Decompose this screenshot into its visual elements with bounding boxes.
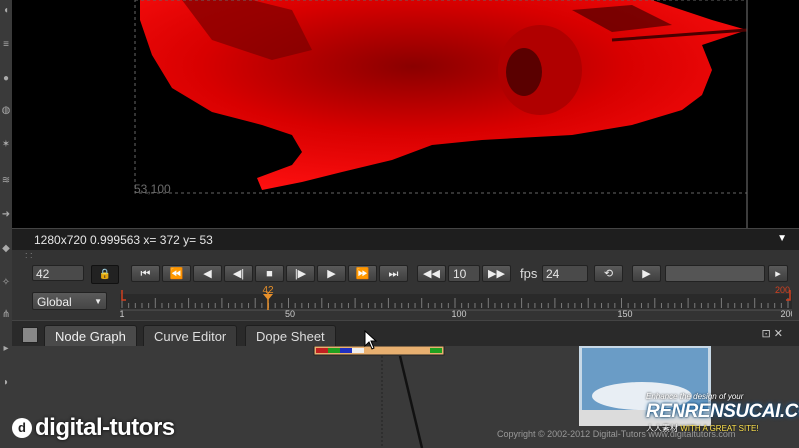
drag-handle[interactable]: : : [25, 250, 33, 260]
image-info-text: 1280x720 0.999563 x= 372 y= 53 [34, 233, 213, 247]
next-keyframe-button[interactable]: ⏩ [348, 265, 377, 282]
next-frame-button[interactable]: ▶ [317, 265, 346, 282]
panel-tab-bar: Node Graph Curve Editor Dope Sheet ⊡ ✕ [12, 320, 799, 347]
fps-label: fps [520, 266, 538, 281]
current-frame-field[interactable]: 42 [32, 265, 84, 281]
sparkle-icon[interactable]: ✧ [1, 278, 11, 288]
last-frame-button[interactable]: ⏭ [379, 265, 408, 282]
flipbook-button[interactable]: ▶ [632, 265, 661, 282]
first-frame-button[interactable]: ⏮ [131, 265, 160, 282]
panel-window-controls[interactable]: ⊡ ✕ [762, 327, 784, 340]
cube-icon[interactable]: ◆ [1, 244, 11, 254]
star-icon[interactable]: ✶ [1, 140, 11, 150]
mouse-cursor-icon [364, 330, 378, 350]
tick-label-100: 100 [451, 309, 466, 318]
play-forward-button[interactable]: |▶ [286, 265, 315, 282]
out-frame-label: 200 [775, 286, 790, 295]
prev-keyframe-button[interactable]: ⏪ [162, 265, 191, 282]
watermark-title: RENRENSUCAI.COM [646, 401, 799, 422]
watermark-cn: 人人素材 [646, 424, 678, 433]
current-frame-label: 42 [262, 286, 274, 296]
logo-mark-icon: d [12, 418, 32, 438]
tick-label-150: 150 [617, 309, 632, 318]
bbox-coord-label: 53,100 [134, 182, 171, 196]
select-icon[interactable]: ◖ [1, 6, 11, 16]
play-icon[interactable]: ▸ [1, 344, 11, 354]
loop-button[interactable]: ⟲ [594, 265, 623, 282]
viewer-canvas[interactable]: 53,100 [12, 0, 799, 228]
stop-button[interactable]: ■ [255, 265, 284, 282]
watermark-en: WITH A GREAT SITE! [680, 424, 759, 433]
play-backward-button[interactable]: ◀| [224, 265, 253, 282]
transform-icon[interactable]: ◗ [1, 378, 11, 388]
prev-frame-button[interactable]: ◀ [193, 265, 222, 282]
tick-label-1: 1 [120, 309, 125, 318]
lock-icon: 🔒 [98, 269, 112, 280]
info-dropdown-arrow[interactable]: ▼ [777, 233, 787, 244]
range-mode-value: Global [37, 295, 72, 309]
brand-logo: d digital-tutors [12, 410, 175, 446]
panel-menu-icon[interactable] [22, 327, 38, 343]
circle-icon[interactable]: ● [1, 74, 11, 84]
playback-range-field[interactable] [665, 265, 765, 282]
range-mode-select[interactable]: Global ▼ [32, 292, 107, 310]
viewer-info-bar: 1280x720 0.999563 x= 372 y= 53 ▼ [12, 228, 799, 251]
layers-icon[interactable]: ≋ [1, 176, 11, 186]
frame-increment-field[interactable]: 10 [448, 265, 480, 282]
skip-forward-button[interactable]: ▶▶ [482, 265, 511, 282]
viewer-menu-button[interactable]: ▸ [768, 265, 788, 282]
sphere-icon[interactable]: ◍ [1, 106, 11, 116]
watermark-tagline: Enhance the design of your [646, 392, 744, 401]
timeline-ruler[interactable]: 42 200 1 50 100 150 200 [120, 286, 792, 318]
merge-icon[interactable]: ⋔ [1, 310, 11, 320]
chevron-down-icon: ▼ [94, 297, 102, 306]
arrow-icon[interactable]: ➜ [1, 210, 11, 220]
node-connection [398, 355, 424, 448]
rendered-image [134, 0, 748, 228]
lock-range-button[interactable]: 🔒 [91, 265, 119, 284]
watermark-subtitle: 人人素材 WITH A GREAT SITE! [646, 423, 796, 434]
tab-curve-editor[interactable]: Curve Editor [143, 325, 238, 347]
tick-label-50: 50 [285, 309, 295, 318]
watermark: Enhance the design of your RENRENSUCAI.C… [646, 392, 799, 448]
fps-field[interactable]: 24 [542, 265, 588, 282]
grid-icon[interactable]: ≡ [1, 40, 11, 50]
skip-back-button[interactable]: ◀◀ [417, 265, 446, 282]
tab-dope-sheet[interactable]: Dope Sheet [245, 325, 336, 347]
tick-label-200: 200 [780, 309, 792, 318]
tab-node-graph[interactable]: Node Graph [44, 325, 137, 347]
logo-text: digital-tutors [35, 414, 175, 441]
playback-controls: : : 42 🔒 ⏮ ⏪ ◀ ◀| ■ |▶ ▶ ⏩ ⏭ ◀◀ 10 ▶▶ fp… [12, 250, 799, 320]
